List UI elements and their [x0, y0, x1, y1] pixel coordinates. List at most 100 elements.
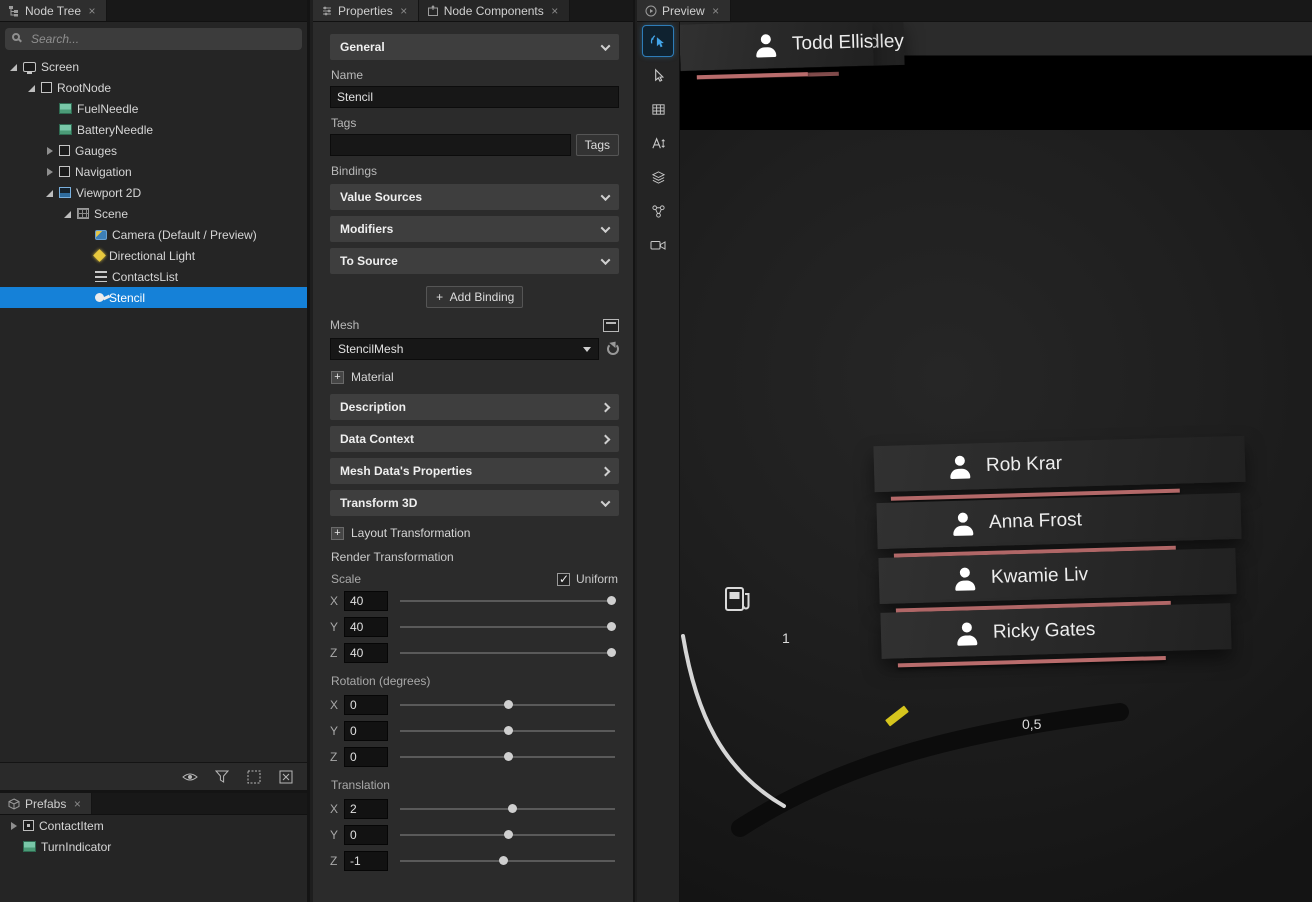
grid-view-button[interactable]: [241, 766, 267, 788]
tree-item-viewport-2d[interactable]: Viewport 2D: [0, 182, 307, 203]
scale-y-slider[interactable]: [400, 626, 615, 628]
tree-item-contactslist[interactable]: ContactsList: [0, 266, 307, 287]
translation-y-slider[interactable]: [400, 834, 615, 836]
layers-tool-button[interactable]: [643, 162, 673, 192]
camera-tool-button[interactable]: [643, 230, 673, 260]
tags-button[interactable]: Tags: [576, 134, 619, 156]
expander-spacer: [80, 271, 92, 283]
expander-open-icon[interactable]: [8, 61, 20, 73]
grid-tool-button[interactable]: [643, 94, 673, 124]
tree-item-batteryneedle[interactable]: BatteryNeedle: [0, 119, 307, 140]
scale-z-input[interactable]: [344, 643, 388, 663]
expander-closed-icon[interactable]: [44, 145, 56, 157]
rotation-y-slider[interactable]: [400, 730, 615, 732]
slider-knob[interactable]: [607, 622, 616, 631]
expander-closed-icon[interactable]: [8, 820, 20, 832]
to-source-header[interactable]: To Source: [330, 248, 619, 274]
tab-properties[interactable]: Properties: [313, 0, 419, 21]
filter-button[interactable]: [209, 766, 235, 788]
rotation-z-slider[interactable]: [400, 756, 615, 758]
layout-transformation-expander[interactable]: Layout Transformation: [331, 526, 618, 540]
rotation-z-input[interactable]: [344, 747, 388, 767]
close-icon[interactable]: [710, 5, 722, 17]
tree-item-directional-light[interactable]: Directional Light: [0, 245, 307, 266]
material-expander[interactable]: Material: [331, 370, 618, 384]
add-binding-button[interactable]: Add Binding: [426, 286, 524, 308]
checkbox-checked-icon[interactable]: [557, 573, 570, 586]
plus-box-icon[interactable]: [331, 527, 344, 540]
translation-z-input[interactable]: [344, 851, 388, 871]
expander-closed-icon[interactable]: [44, 166, 56, 178]
translation-z-row: Z: [330, 850, 619, 872]
search-input[interactable]: [29, 31, 302, 47]
translation-x-input[interactable]: [344, 799, 388, 819]
close-icon[interactable]: [71, 798, 83, 810]
scale-z-slider[interactable]: [400, 652, 615, 654]
tab-node-components[interactable]: Node Components: [419, 0, 570, 21]
rotation-y-input[interactable]: [344, 721, 388, 741]
visibility-toggle-button[interactable]: [177, 766, 203, 788]
close-icon[interactable]: [398, 5, 410, 17]
tree-item-gauges[interactable]: Gauges: [0, 140, 307, 161]
scale-x-slider[interactable]: [400, 600, 615, 602]
prefab-item-contactitem[interactable]: ContactItem: [0, 815, 307, 836]
rotation-x-row: X: [330, 694, 619, 716]
select-tool-button[interactable]: [643, 60, 673, 90]
slider-knob[interactable]: [504, 726, 513, 735]
prefab-item-turnindicator[interactable]: TurnIndicator: [0, 836, 307, 857]
translation-y-input[interactable]: [344, 825, 388, 845]
tree-item-scene[interactable]: Scene: [0, 203, 307, 224]
expander-open-icon[interactable]: [26, 82, 38, 94]
slider-knob[interactable]: [504, 700, 513, 709]
tree-item-rootnode[interactable]: RootNode: [0, 77, 307, 98]
slider-knob[interactable]: [504, 752, 513, 761]
connections-tool-button[interactable]: [643, 196, 673, 226]
tags-input[interactable]: [330, 134, 571, 156]
name-input[interactable]: [330, 86, 619, 108]
contact-list-item[interactable]: Ricky Gates: [880, 603, 1231, 659]
text-tool-button[interactable]: [643, 128, 673, 158]
grid-clear-button[interactable]: [273, 766, 299, 788]
slider-knob[interactable]: [504, 830, 513, 839]
mesh-asset-icon[interactable]: [603, 319, 619, 332]
slider-knob[interactable]: [508, 804, 517, 813]
data-context-header[interactable]: Data Context: [330, 426, 619, 452]
reset-icon[interactable]: [607, 343, 619, 355]
expander-open-icon[interactable]: [62, 208, 74, 220]
expander-open-icon[interactable]: [44, 187, 56, 199]
close-icon[interactable]: [549, 5, 561, 17]
mesh-select[interactable]: StencilMesh: [330, 338, 599, 360]
tree-item-camera[interactable]: Camera (Default / Preview): [0, 224, 307, 245]
scale-x-input[interactable]: [344, 591, 388, 611]
slider-knob[interactable]: [607, 648, 616, 657]
rotation-x-slider[interactable]: [400, 704, 615, 706]
translation-z-slider[interactable]: [400, 860, 615, 862]
tree-item-navigation[interactable]: Navigation: [0, 161, 307, 182]
tree-item-screen[interactable]: Screen: [0, 56, 307, 77]
plus-box-icon[interactable]: [331, 371, 344, 384]
tree-item-stencil[interactable]: Stencil: [0, 287, 307, 308]
slider-knob[interactable]: [607, 596, 616, 605]
contact-list-item[interactable]: Todd Ellis: [680, 22, 874, 71]
modifiers-header[interactable]: Modifiers: [330, 216, 619, 242]
translation-x-slider[interactable]: [400, 808, 615, 810]
description-header[interactable]: Description: [330, 394, 619, 420]
rotation-x-input[interactable]: [344, 695, 388, 715]
preview-canvas[interactable]: 1 0,5 Rob Krar Anna Frost Kwamie Liv Ric…: [680, 22, 1312, 902]
transform-3d-header[interactable]: Transform 3D: [330, 490, 619, 516]
uniform-checkbox[interactable]: Uniform: [557, 572, 618, 586]
close-icon[interactable]: [86, 5, 98, 17]
tab-prefabs[interactable]: Prefabs: [0, 793, 92, 814]
general-section-header[interactable]: General: [330, 34, 619, 60]
mesh-data-header[interactable]: Mesh Data's Properties: [330, 458, 619, 484]
slider-knob[interactable]: [499, 856, 508, 865]
tab-preview[interactable]: Preview: [637, 0, 731, 21]
value-sources-header[interactable]: Value Sources: [330, 184, 619, 210]
tab-node-tree[interactable]: Node Tree: [0, 0, 107, 21]
translation-label: Translation: [331, 778, 618, 792]
tree-item-fuelneedle[interactable]: FuelNeedle: [0, 98, 307, 119]
stencil-icon: [95, 293, 104, 302]
scale-y-input[interactable]: [344, 617, 388, 637]
interact-tool-button[interactable]: [643, 26, 673, 56]
chevron-down-icon: [601, 497, 611, 507]
